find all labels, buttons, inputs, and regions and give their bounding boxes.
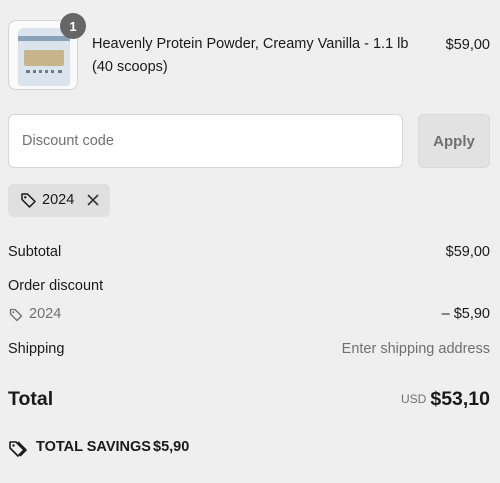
order-discount-value: – $5,90 [441,306,490,322]
product-price: $59,00 [445,37,490,53]
order-discount-label: Order discount [8,278,104,294]
order-discount-row: Order discount [8,278,490,294]
savings-value: $5,90 [153,439,190,455]
subtotal-label: Subtotal [8,244,62,260]
total-label: Total [8,388,54,410]
shipping-value: Enter shipping address [341,341,490,357]
applied-code: 2024 [42,192,75,208]
total-amount: USD $53,10 [401,388,490,411]
line-item: 1 Heavenly Protein Powder, Creamy Vanill… [8,13,490,92]
shipping-row: Shipping Enter shipping address [8,341,490,357]
total-currency: USD [401,392,427,406]
subtotal-value: $59,00 [445,244,490,260]
order-discount-detail-row: 2024 – $5,90 [8,306,490,326]
total-value: $53,10 [430,388,490,410]
discount-code-input[interactable] [8,114,403,168]
product-name: Heavenly Protein Powder, Creamy Vanilla … [92,36,409,75]
apply-button[interactable]: Apply [418,114,490,168]
applied-discount-tag: 2024 [8,184,110,217]
tags-icon [8,440,28,462]
product-image [18,28,70,86]
shipping-label: Shipping [8,341,65,357]
tag-icon [20,192,37,214]
quantity-badge: 1 [60,13,86,39]
savings-label: TOTAL SAVINGS [36,439,151,455]
subtotal-row: Subtotal $59,00 [8,244,490,260]
close-icon[interactable] [86,193,100,212]
tag-icon [9,308,23,326]
